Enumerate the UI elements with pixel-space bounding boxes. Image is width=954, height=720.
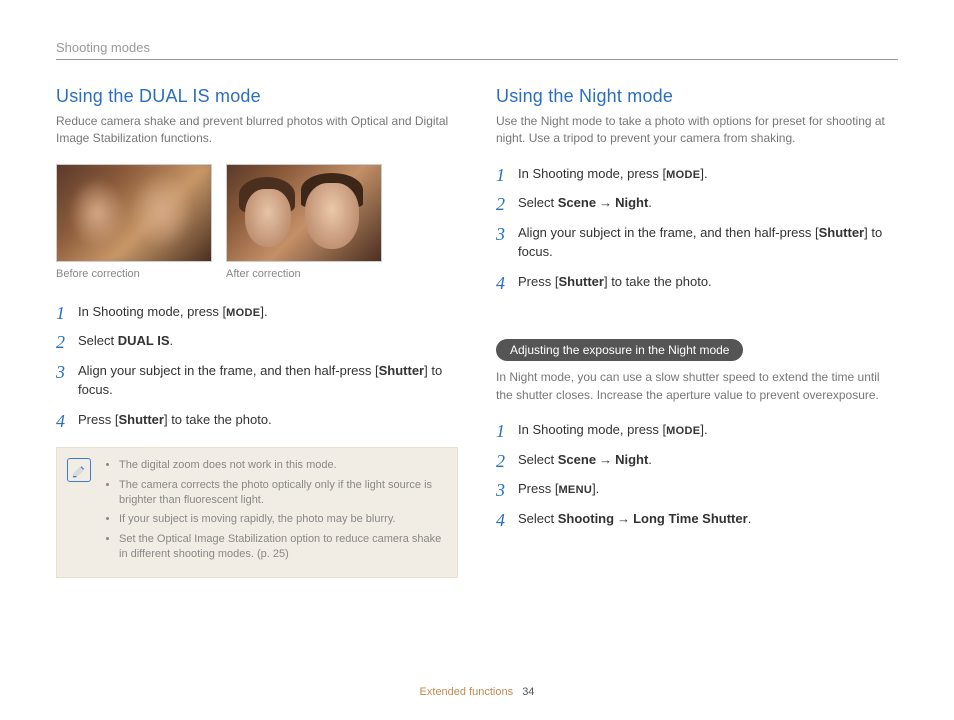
photo-before (56, 164, 212, 262)
right-step-1: In Shooting mode, press [MODE]. (496, 164, 898, 184)
left-step-4: Press [Shutter] to take the photo. (56, 410, 458, 430)
right-steps-2: In Shooting mode, press [MODE]. Select S… (496, 420, 898, 528)
right-step-4: Press [Shutter] to take the photo. (496, 272, 898, 292)
arrow-icon: → (614, 511, 633, 526)
left-step-3: Align your subject in the frame, and the… (56, 361, 458, 400)
footer-section: Extended functions (420, 686, 514, 698)
sub-heading-pill: Adjusting the exposure in the Night mode (496, 339, 743, 361)
content-columns: Using the DUAL IS mode Reduce camera sha… (56, 86, 898, 578)
scene-label: Scene (558, 195, 596, 210)
shutter-label: Shutter (118, 412, 164, 427)
left-step-2: Select DUAL IS. (56, 331, 458, 351)
example-photos (56, 164, 458, 262)
right-step-2: Select Scene→Night. (496, 193, 898, 213)
note-2: The camera corrects the photo optically … (119, 478, 445, 509)
menu-key: MENU (558, 484, 592, 496)
mode-key: MODE (666, 169, 700, 181)
r2-step-3: Press [MENU]. (496, 479, 898, 499)
shutter-label: Shutter (558, 274, 604, 289)
left-step-1: In Shooting mode, press [MODE]. (56, 302, 458, 322)
arrow-icon: → (596, 195, 615, 210)
shooting-label: Shooting (558, 511, 614, 526)
notes-box: The digital zoom does not work in this m… (56, 447, 458, 577)
mode-key: MODE (226, 307, 260, 319)
night-label: Night (615, 195, 648, 210)
arrow-icon: → (596, 452, 615, 467)
page-footer: Extended functions 34 (0, 686, 954, 698)
caption-after: After correction (226, 268, 382, 280)
shutter-label: Shutter (379, 363, 425, 378)
note-icon (67, 458, 91, 482)
caption-before: Before correction (56, 268, 212, 280)
left-heading: Using the DUAL IS mode (56, 86, 458, 107)
shutter-label: Shutter (819, 225, 865, 240)
page-number: 34 (522, 686, 534, 698)
right-heading: Using the Night mode (496, 86, 898, 107)
note-4: Set the Optical Image Stabilization opti… (119, 532, 445, 563)
long-time-shutter-label: Long Time Shutter (633, 511, 748, 526)
breadcrumb: Shooting modes (56, 40, 898, 60)
photo-after (226, 164, 382, 262)
right-intro: Use the Night mode to take a photo with … (496, 113, 898, 148)
mode-key: MODE (666, 425, 700, 437)
dual-is-label: DUAL IS (118, 333, 170, 348)
r2-step-4: Select Shooting→Long Time Shutter. (496, 509, 898, 529)
night-label: Night (615, 452, 648, 467)
left-steps: In Shooting mode, press [MODE]. Select D… (56, 302, 458, 430)
note-3: If your subject is moving rapidly, the p… (119, 512, 445, 527)
scene-label: Scene (558, 452, 596, 467)
right-steps: In Shooting mode, press [MODE]. Select S… (496, 164, 898, 292)
r2-step-1: In Shooting mode, press [MODE]. (496, 420, 898, 440)
left-column: Using the DUAL IS mode Reduce camera sha… (56, 86, 458, 578)
left-intro: Reduce camera shake and prevent blurred … (56, 113, 458, 148)
sub-intro: In Night mode, you can use a slow shutte… (496, 369, 898, 404)
right-column: Using the Night mode Use the Night mode … (496, 86, 898, 578)
r2-step-2: Select Scene→Night. (496, 450, 898, 470)
note-1: The digital zoom does not work in this m… (119, 458, 445, 473)
right-step-3: Align your subject in the frame, and the… (496, 223, 898, 262)
photo-captions: Before correction After correction (56, 268, 458, 280)
